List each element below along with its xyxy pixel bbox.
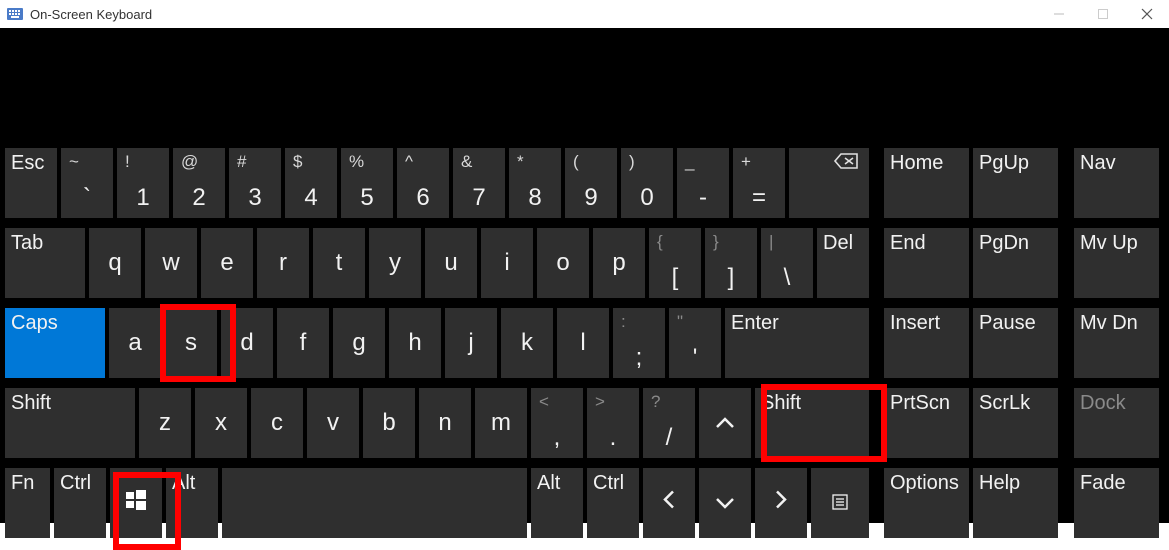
zero-key[interactable]: )0 [621,148,673,218]
x-key[interactable]: x [195,388,247,458]
h-key[interactable]: h [389,308,441,378]
menu-key[interactable] [811,468,869,538]
arrow-down-key[interactable] [699,468,751,538]
chevron-down-icon [714,489,736,517]
del-key[interactable]: Del [817,228,869,298]
slash-key[interactable]: ?/ [643,388,695,458]
chevron-right-icon [774,489,788,518]
windows-key[interactable] [110,468,162,538]
nine-key[interactable]: (9 [565,148,617,218]
y-key[interactable]: y [369,228,421,298]
keyboard-area: Esc ~` !1 @2 #3 $4 %5 ^6 &7 *8 (9 )0 _- … [0,28,1169,523]
one-key[interactable]: !1 [117,148,169,218]
c-key[interactable]: c [251,388,303,458]
minimize-button[interactable] [1037,0,1081,28]
chevron-up-icon [714,409,736,437]
t-key[interactable]: t [313,228,365,298]
fade-key[interactable]: Fade [1074,468,1159,538]
maximize-button[interactable] [1081,0,1125,28]
insert-key[interactable]: Insert [884,308,969,378]
help-key[interactable]: Help [973,468,1058,538]
titlebar: On-Screen Keyboard [0,0,1169,28]
i-key[interactable]: i [481,228,533,298]
w-key[interactable]: w [145,228,197,298]
window-title: On-Screen Keyboard [30,7,152,22]
minus-key[interactable]: _- [677,148,729,218]
right-alt-key[interactable]: Alt [531,468,583,538]
dock-key[interactable]: Dock [1074,388,1159,458]
g-key[interactable]: g [333,308,385,378]
right-ctrl-key[interactable]: Ctrl [587,468,639,538]
pgup-key[interactable]: PgUp [973,148,1058,218]
k-key[interactable]: k [501,308,553,378]
enter-key[interactable]: Enter [725,308,869,378]
mvdn-key[interactable]: Mv Dn [1074,308,1159,378]
comma-key[interactable]: <, [531,388,583,458]
f-key[interactable]: f [277,308,329,378]
e-key[interactable]: e [201,228,253,298]
semicolon-key[interactable]: :; [613,308,665,378]
four-key[interactable]: $4 [285,148,337,218]
app-icon [6,7,24,21]
left-shift-key[interactable]: Shift [5,388,135,458]
equals-key[interactable]: += [733,148,785,218]
five-key[interactable]: %5 [341,148,393,218]
o-key[interactable]: o [537,228,589,298]
q-key[interactable]: q [89,228,141,298]
eight-key[interactable]: *8 [509,148,561,218]
left-ctrl-key[interactable]: Ctrl [54,468,106,538]
left-alt-key[interactable]: Alt [166,468,218,538]
z-key[interactable]: z [139,388,191,458]
chevron-left-icon [662,489,676,518]
tab-key[interactable]: Tab [5,228,85,298]
backtick-key[interactable]: ~` [61,148,113,218]
a-key[interactable]: a [109,308,161,378]
l-key[interactable]: l [557,308,609,378]
esc-key[interactable]: Esc [5,148,57,218]
left-bracket-key[interactable]: {[ [649,228,701,298]
space-key[interactable] [222,468,527,538]
right-shift-key[interactable]: Shift [755,388,869,458]
three-key[interactable]: #3 [229,148,281,218]
backslash-key[interactable]: |\ [761,228,813,298]
backspace-key[interactable] [789,148,869,218]
caps-key[interactable]: Caps [5,308,105,378]
u-key[interactable]: u [425,228,477,298]
nav-key[interactable]: Nav [1074,148,1159,218]
end-key[interactable]: End [884,228,969,298]
pause-key[interactable]: Pause [973,308,1058,378]
close-button[interactable] [1125,0,1169,28]
six-key[interactable]: ^6 [397,148,449,218]
home-key[interactable]: Home [884,148,969,218]
prtscn-key[interactable]: PrtScn [884,388,969,458]
arrow-right-key[interactable] [755,468,807,538]
scrlk-key[interactable]: ScrLk [973,388,1058,458]
m-key[interactable]: m [475,388,527,458]
fn-key[interactable]: Fn [5,468,50,538]
b-key[interactable]: b [363,388,415,458]
v-key[interactable]: v [307,388,359,458]
mvup-key[interactable]: Mv Up [1074,228,1159,298]
arrow-left-key[interactable] [643,468,695,538]
seven-key[interactable]: &7 [453,148,505,218]
menu-icon [832,489,848,517]
s-key[interactable]: s [165,308,217,378]
p-key[interactable]: p [593,228,645,298]
right-bracket-key[interactable]: }] [705,228,757,298]
d-key[interactable]: d [221,308,273,378]
arrow-up-key[interactable] [699,388,751,458]
period-key[interactable]: >. [587,388,639,458]
n-key[interactable]: n [419,388,471,458]
r-key[interactable]: r [257,228,309,298]
pgdn-key[interactable]: PgDn [973,228,1058,298]
two-key[interactable]: @2 [173,148,225,218]
quote-key[interactable]: "' [669,308,721,378]
options-key[interactable]: Options [884,468,969,538]
windows-icon [126,489,146,517]
j-key[interactable]: j [445,308,497,378]
backspace-icon [833,152,859,176]
